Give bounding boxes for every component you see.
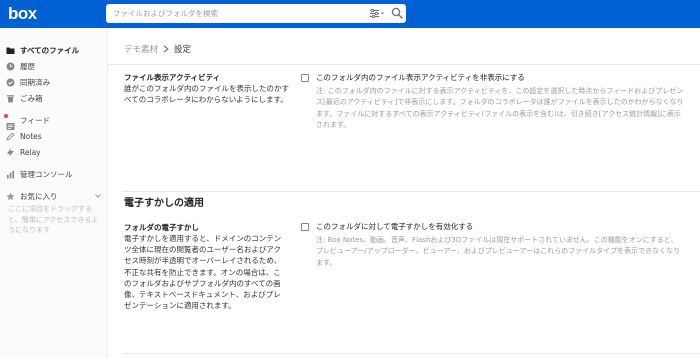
sidebar-item-label: Notes xyxy=(20,131,42,141)
hide-activity-option[interactable]: このフォルダ内のファイル表示アクティビティを非表示にする xyxy=(301,72,525,83)
favorites-hint: ここに項目をドラッグすると、簡単にアクセスできるようになります xyxy=(8,205,99,234)
sidebar-item-history[interactable]: 履歴 xyxy=(0,59,108,73)
notification-dot xyxy=(4,113,8,118)
enable-watermark-checkbox[interactable] xyxy=(301,222,309,231)
sidebar-item-label: フィード xyxy=(20,115,50,125)
watermark-setting-description: 電子すかしを適用すると、ドメインのコンテンツ全体に現在の閲覧者のユーザー名および… xyxy=(124,234,282,311)
sidebar-item-label: お気に入り xyxy=(20,191,58,201)
sidebar-item-all-files[interactable]: すべてのファイル xyxy=(0,43,108,57)
notes-pencil-icon xyxy=(6,132,15,141)
search-box[interactable] xyxy=(106,4,406,23)
sidebar-item-relay[interactable]: Relay xyxy=(0,145,108,159)
sidebar-item-feed[interactable]: フィード xyxy=(0,113,108,130)
folder-icon xyxy=(6,47,15,54)
sidebar-item-admin-console[interactable]: 管理コンソール xyxy=(0,167,108,181)
sidebar-item-label: すべてのファイル xyxy=(20,45,80,55)
top-bar: box xyxy=(0,0,700,28)
star-icon xyxy=(6,192,15,200)
sidebar-item-notes[interactable]: Notes xyxy=(0,129,108,143)
sidebar-item-label: 同期済み xyxy=(20,77,50,87)
breadcrumb-current: 設定 xyxy=(174,45,192,55)
search-input[interactable] xyxy=(106,4,364,23)
chevron-right-icon xyxy=(163,45,169,53)
section-divider xyxy=(122,191,700,192)
activity-setting-description: 誰がこのフォルダ内のファイルを表示したのかすべてのコラボレータにわからないように… xyxy=(124,84,289,105)
activity-note: 注: このフォルダ内のファイルに対する表示アクティビティを、この設定を選択した時… xyxy=(316,87,684,129)
sidebar-item-label: ごみ箱 xyxy=(20,93,43,103)
sidebar-item-synced[interactable]: 同期済み xyxy=(0,75,108,89)
feed-icon xyxy=(4,113,15,130)
sidebar-item-trash[interactable]: ごみ箱 xyxy=(0,91,108,105)
main-content: デモ素材 設定 ファイル表示アクティビティ 誰がこのフォルダ内のファイルを表示し… xyxy=(108,28,700,358)
check-circle-icon xyxy=(6,78,15,86)
sidebar-item-label: 履歴 xyxy=(20,61,35,71)
bar-chart-icon xyxy=(7,170,14,178)
hide-activity-label[interactable]: このフォルダ内のファイル表示アクティビティを非表示にする xyxy=(316,72,525,83)
enable-watermark-option[interactable]: このフォルダに対して電子すかしを有効化する xyxy=(301,221,473,232)
watermark-section-title: 電子すかしの適用 xyxy=(124,198,204,209)
watermark-note: 注: Box Notes、動画、音声、Flashおよび3Dファイルは現在サポート… xyxy=(316,236,681,267)
filter-sliders-icon[interactable] xyxy=(369,8,385,19)
sidebar: すべてのファイル 履歴 同期済み ごみ箱 フィード Notes Relay 管理… xyxy=(0,28,108,358)
sidebar-item-label: Relay xyxy=(20,147,41,157)
chevron-down-icon[interactable] xyxy=(95,194,101,198)
activity-setting-title: ファイル表示アクティビティ xyxy=(124,73,221,82)
clock-icon xyxy=(6,62,15,70)
sidebar-item-favorites[interactable]: お気に入り xyxy=(0,189,108,203)
magnifier-icon[interactable] xyxy=(391,7,403,19)
relay-icon xyxy=(7,148,14,156)
watermark-setting-title: フォルダの電子すかし xyxy=(124,223,199,232)
hide-activity-checkbox[interactable] xyxy=(301,73,309,82)
sidebar-item-label: 管理コンソール xyxy=(20,169,73,179)
breadcrumb-parent[interactable]: デモ素材 xyxy=(124,43,158,55)
divider xyxy=(108,64,700,65)
box-logo[interactable]: box xyxy=(8,4,42,24)
section-divider xyxy=(122,353,700,354)
breadcrumb: デモ素材 設定 xyxy=(124,43,191,55)
enable-watermark-label[interactable]: このフォルダに対して電子すかしを有効化する xyxy=(316,221,473,232)
trash-icon xyxy=(7,94,14,102)
